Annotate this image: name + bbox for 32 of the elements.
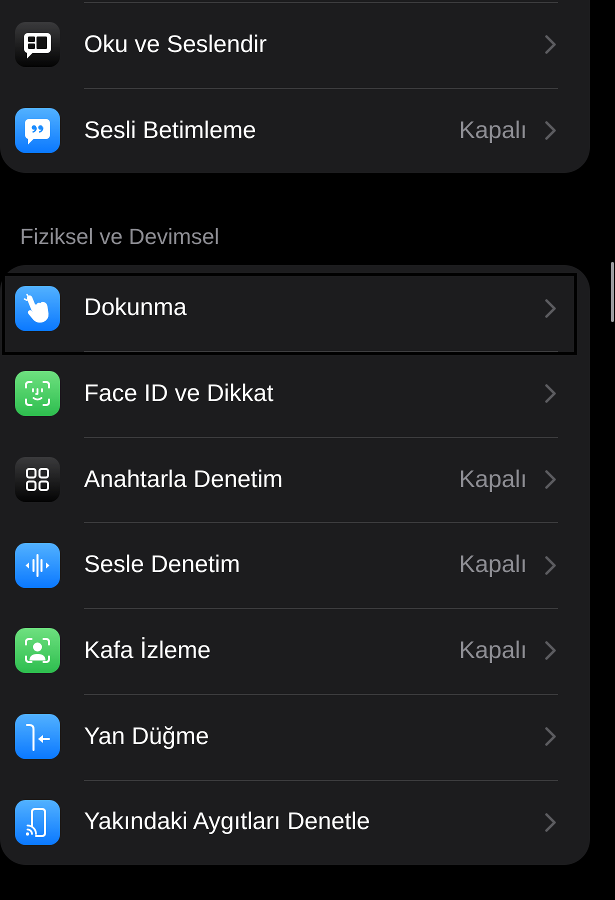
section-header: Fiziksel ve Devimsel bbox=[20, 224, 220, 250]
face-scan-icon bbox=[15, 371, 60, 416]
quote-bubble-icon bbox=[15, 108, 60, 154]
row-label[interactable]: Dokunma bbox=[84, 290, 187, 326]
chevron-icon bbox=[545, 121, 556, 140]
row-label[interactable]: Anahtarla Denetim bbox=[84, 462, 283, 498]
scroll-indicator bbox=[611, 262, 614, 322]
chevron-icon bbox=[545, 298, 556, 318]
grid-icon bbox=[15, 457, 60, 502]
waveform-icon bbox=[15, 542, 60, 588]
row-label[interactable]: Kafa İzleme bbox=[84, 632, 211, 669]
chevron-icon bbox=[545, 384, 556, 404]
chevron-icon bbox=[545, 556, 556, 575]
row-label[interactable]: Oku ve Seslendir bbox=[84, 26, 267, 63]
row-value: Kapalı bbox=[458, 116, 527, 146]
pointing-hand-icon bbox=[15, 286, 60, 331]
row-label[interactable]: Sesli Betimleme bbox=[84, 112, 256, 149]
chevron-icon bbox=[545, 727, 556, 746]
row-value: Kapalı bbox=[458, 464, 527, 495]
person-scan-icon bbox=[15, 628, 60, 674]
row-label[interactable]: Yan Düğme bbox=[84, 718, 209, 755]
row-label[interactable]: Sesle Denetim bbox=[84, 547, 240, 584]
row-value: Kapalı bbox=[458, 636, 527, 666]
chevron-icon bbox=[545, 812, 556, 832]
row-label[interactable]: Face ID ve Dikkat bbox=[84, 376, 274, 412]
chevron-icon bbox=[545, 641, 556, 660]
chevron-icon bbox=[545, 35, 556, 54]
phone-signal-icon bbox=[15, 800, 60, 845]
row-label[interactable]: Yakındaki Aygıtları Denetle bbox=[84, 804, 370, 840]
chevron-icon bbox=[545, 470, 556, 490]
row-value: Kapalı bbox=[458, 550, 527, 580]
speech-bubble-icon bbox=[15, 22, 60, 68]
